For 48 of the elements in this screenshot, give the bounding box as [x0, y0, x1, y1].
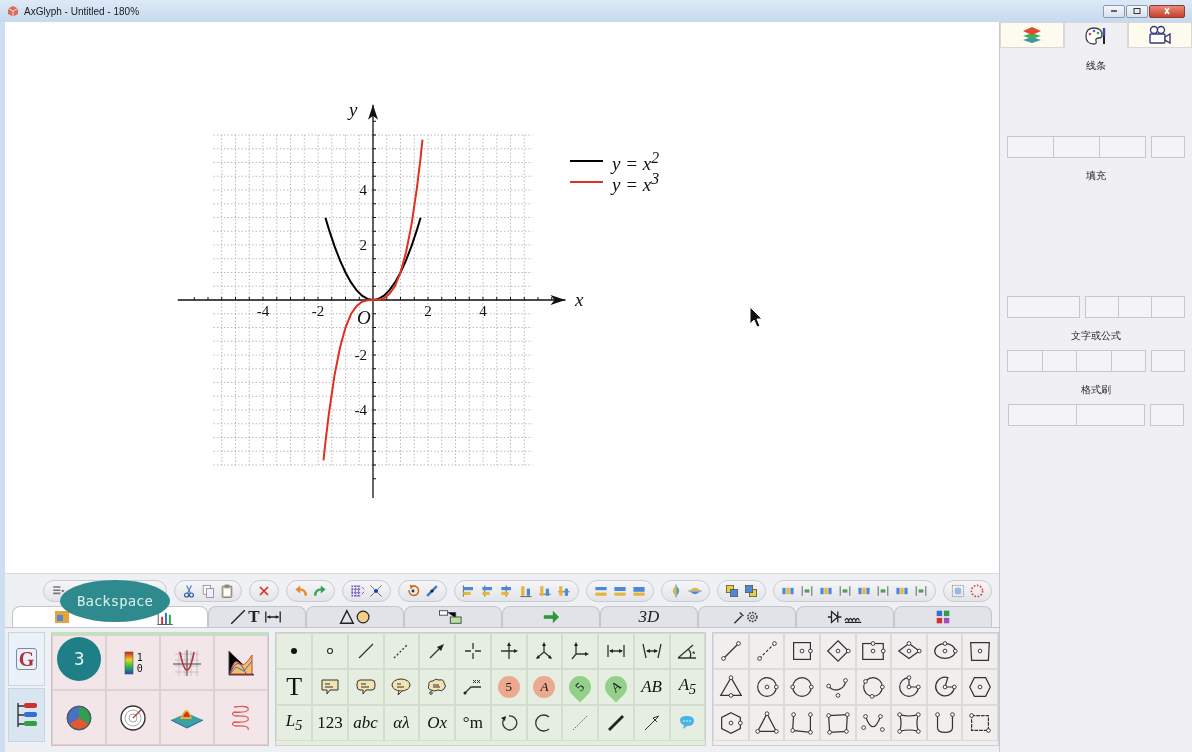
- section-label: 格式刷: [1081, 384, 1111, 396]
- window-title: AxGlyph - Untitled - 180%: [24, 5, 140, 17]
- tool-button[interactable]: αλ: [383, 705, 420, 741]
- tick-label: 4: [479, 303, 487, 319]
- palette-tab[interactable]: 3D: [600, 606, 698, 627]
- axis-label: x: [575, 289, 584, 310]
- tool-button[interactable]: 5: [562, 669, 598, 705]
- tick-label: -2: [354, 347, 367, 363]
- tool-symbol: T: [286, 672, 303, 702]
- tick-label: 2: [359, 237, 367, 253]
- colorbar-label: 1: [136, 651, 143, 663]
- tool-symbol: AB: [641, 677, 662, 697]
- tool-button[interactable]: A: [526, 669, 563, 705]
- tool-symbol: 123: [317, 713, 343, 733]
- tool-button[interactable]: A$_{5}$: [669, 669, 706, 705]
- side-tab[interactable]: G: [8, 632, 46, 686]
- section-label: 线条: [1086, 60, 1106, 72]
- tool-symbol: L$_{5}$: [285, 711, 303, 735]
- tool-symbol: °m: [462, 713, 483, 733]
- axis-label: y: [349, 100, 358, 120]
- tick-label: 2: [424, 303, 432, 319]
- tool-button[interactable]: °m: [455, 705, 491, 741]
- tick-label: -4: [256, 303, 270, 319]
- tool-button[interactable]: abc: [347, 705, 384, 741]
- tool-button[interactable]: L$_{5}$: [276, 705, 312, 741]
- tool-symbol: A: [533, 676, 556, 698]
- section-label: 文字或公式: [1071, 330, 1121, 342]
- palette-cell[interactable]: 3: [52, 635, 107, 690]
- tool-button[interactable]: T: [276, 669, 312, 705]
- tool-symbol: αλ: [393, 713, 410, 733]
- tool-button[interactable]: Ox: [419, 705, 455, 741]
- origin-label: O: [357, 307, 371, 328]
- tool-button[interactable]: 5: [490, 669, 527, 705]
- tool-symbol: Ox: [427, 713, 448, 733]
- tool-symbol: A$_{5}$: [678, 675, 697, 699]
- tool-button[interactable]: A: [598, 669, 634, 705]
- palette-cell[interactable]: 1 0: [106, 635, 161, 690]
- tool-symbol: 5: [497, 676, 520, 698]
- colorbar-label: 0: [136, 662, 143, 674]
- tool-button[interactable]: 123: [312, 705, 348, 741]
- tick-label: 4: [359, 182, 367, 198]
- click-counter: 3: [57, 637, 102, 681]
- section-label: 填充: [1086, 170, 1106, 182]
- tick-label: -2: [311, 303, 325, 319]
- palette-tab[interactable]: T: [208, 606, 306, 627]
- tick-label: -4: [354, 402, 367, 418]
- tool-button[interactable]: AB: [633, 669, 670, 705]
- tool-symbol: abc: [353, 713, 378, 733]
